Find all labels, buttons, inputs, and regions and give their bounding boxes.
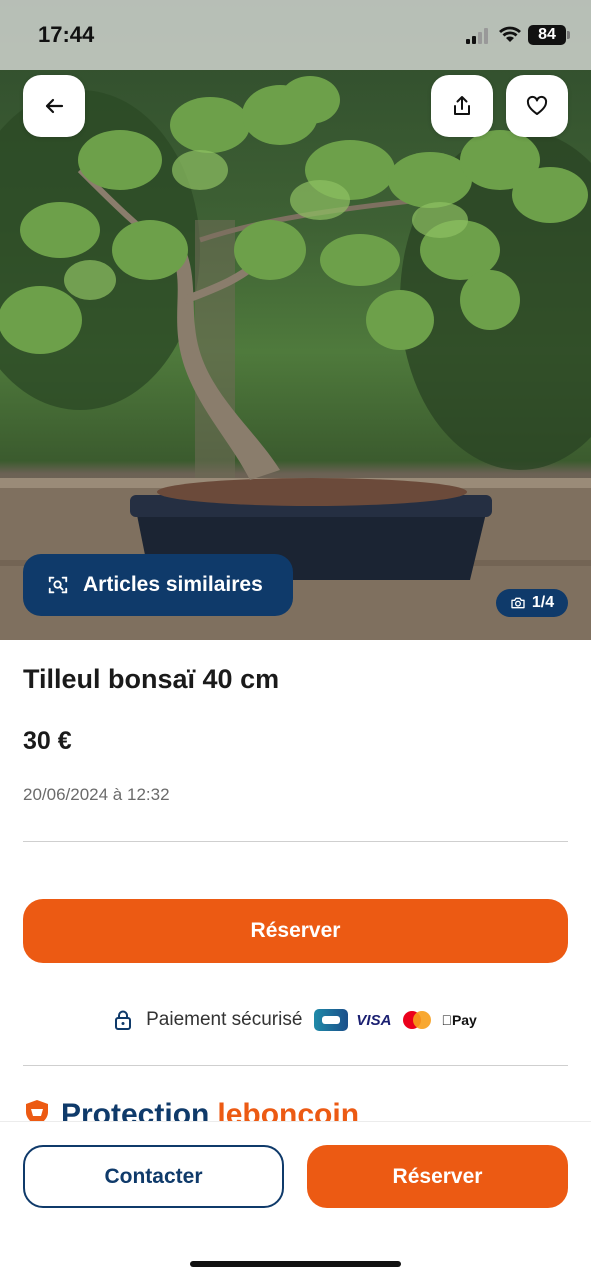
back-button[interactable] [23, 75, 85, 137]
camera-icon [511, 597, 525, 609]
contact-button[interactable]: Contacter [23, 1145, 284, 1208]
heart-icon [526, 95, 548, 115]
visual-search-icon [48, 576, 68, 594]
divider [23, 1065, 568, 1066]
share-icon [454, 96, 470, 115]
reserve-button-sticky[interactable]: Réserver [307, 1145, 568, 1208]
home-indicator [190, 1261, 401, 1267]
listing-price: 30 € [23, 727, 72, 755]
battery-indicator: 84 [528, 25, 570, 45]
apple-pay-logo: Pay [441, 1012, 476, 1028]
wifi-icon [499, 26, 521, 42]
status-time: 17:44 [38, 22, 95, 47]
similar-articles-button[interactable]: Articles similaires [23, 554, 293, 616]
visa-logo: VISA [356, 1011, 392, 1029]
favorite-button[interactable] [506, 75, 568, 137]
similar-articles-label: Articles similaires [83, 573, 263, 596]
secure-payment-label: Paiement sécurisé [146, 1009, 303, 1030]
apple-pay-text: Pay [446, 1012, 477, 1028]
arrow-left-icon [45, 98, 64, 114]
bonsai-image [0, 76, 591, 640]
reserve-button[interactable]: Réserver [23, 899, 568, 963]
signal-icon [466, 28, 492, 44]
share-button[interactable] [431, 75, 493, 137]
divider [23, 841, 568, 842]
mastercard-icon [403, 1011, 432, 1029]
photo-counter: 1/4 [496, 589, 568, 617]
listing-title: Tilleul bonsaï 40 cm [23, 664, 280, 694]
cb-card-icon [314, 1009, 349, 1031]
listing-date: 20/06/2024 à 12:32 [23, 785, 170, 804]
status-bar: 17:44 84 [0, 0, 591, 70]
listing-photo[interactable] [0, 0, 591, 640]
secure-payment-row: Paiement sécurisé VISA Pay [0, 1003, 591, 1037]
lock-icon [115, 1010, 132, 1030]
photo-counter-text: 1/4 [531, 594, 555, 611]
